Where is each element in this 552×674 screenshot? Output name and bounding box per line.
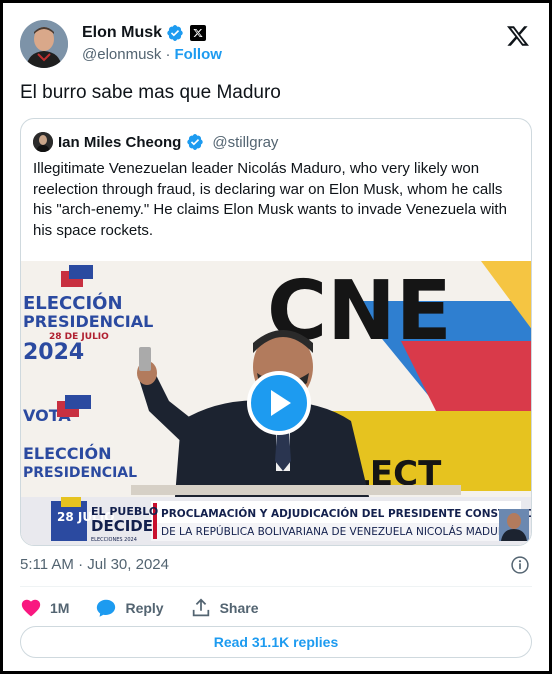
share-icon xyxy=(192,598,209,617)
share-label: Share xyxy=(219,600,259,616)
left-graphic-line-2: ELECCIÓN xyxy=(23,444,111,463)
quoted-author-handle[interactable]: @stillgray xyxy=(212,134,278,151)
badge-line: ELECCIONES 2024 xyxy=(91,537,137,543)
left-graphic-line-2: PRESIDENCIAL xyxy=(23,465,137,481)
tweet-header: Elon Musk @elonmusk · Follow xyxy=(18,18,534,70)
read-replies-button[interactable]: Read 31.1K replies xyxy=(20,626,532,658)
author-display-name[interactable]: Elon Musk xyxy=(82,24,162,42)
x-logo-icon[interactable] xyxy=(506,24,530,48)
separator-dot: · xyxy=(165,46,171,63)
tweet-text: El burro sabe mas que Maduro xyxy=(20,82,281,103)
tweet-card: Elon Musk @elonmusk · Follow El burro sa… xyxy=(6,6,546,668)
like-count: 1M xyxy=(50,600,70,616)
quoted-tweet-text: Illegitimate Venezuelan leader Nicolás M… xyxy=(33,160,507,239)
verified-badge-icon xyxy=(167,24,183,42)
badge-line: DECIDE xyxy=(91,517,153,535)
left-graphic-line: ELECCIÓN xyxy=(23,292,123,314)
info-icon[interactable] xyxy=(510,555,530,575)
banner-line-2: DE LA REPÚBLICA BOLIVARIANA DE VENEZUELA… xyxy=(161,525,513,538)
author-name-block: Elon Musk @elonmusk · Follow xyxy=(82,22,222,63)
author-handle[interactable]: @elonmusk xyxy=(82,46,161,63)
quoted-tweet[interactable]: Ian Miles Cheong @stillgray Illegitimate… xyxy=(20,118,532,546)
follow-button[interactable]: Follow xyxy=(174,46,222,63)
tweet-embed-frame: Elon Musk @elonmusk · Follow El burro sa… xyxy=(0,0,552,674)
quoted-author-name[interactable]: Ian Miles Cheong xyxy=(58,134,181,151)
divider xyxy=(20,586,532,587)
x-affiliate-badge-icon xyxy=(190,25,207,41)
heart-icon xyxy=(21,599,41,617)
reply-label: Reply xyxy=(125,600,164,616)
play-button-icon[interactable] xyxy=(247,371,311,435)
reply-bubble-icon xyxy=(97,599,116,617)
left-graphic-line: 2024 xyxy=(23,340,84,365)
share-button[interactable]: Share xyxy=(190,597,259,619)
left-graphic-line: PRESIDENCIAL xyxy=(23,312,153,331)
video-thumbnail[interactable]: CNE ELECT ELECCIÓN PRESIDENCIAL 28 DE JU… xyxy=(21,261,532,545)
reply-button[interactable]: Reply xyxy=(95,597,164,619)
like-button[interactable]: 1M xyxy=(20,597,69,619)
author-avatar[interactable] xyxy=(20,20,68,68)
quoted-verified-badge-icon xyxy=(187,133,204,151)
quoted-author-avatar[interactable] xyxy=(33,132,53,152)
tweet-actions: 1M Reply Share xyxy=(20,594,285,622)
banner-line-1: PROCLAMACIÓN Y ADJUDICACIÓN DEL PRESIDEN… xyxy=(161,507,532,520)
tweet-timestamp[interactable]: 5:11 AM · Jul 30, 2024 xyxy=(20,556,169,573)
quoted-tweet-header: Ian Miles Cheong @stillgray xyxy=(33,131,278,153)
